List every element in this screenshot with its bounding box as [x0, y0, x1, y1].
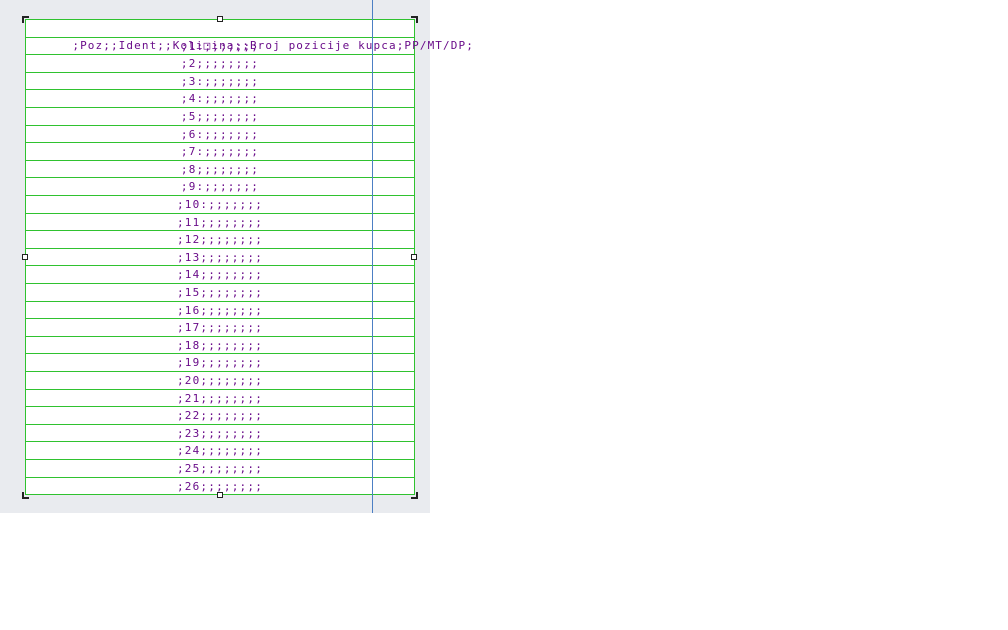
table-row-text: ;13;;;;;;;; [176, 250, 264, 264]
table-row[interactable]: ;17;;;;;;;; [26, 319, 414, 337]
table-row-text: ;1:;;;;;;; [180, 39, 260, 53]
table-row[interactable]: ;3:;;;;;;; [26, 73, 414, 91]
table-row-text: ;24;;;;;;;; [176, 444, 264, 458]
selection-handle-right[interactable] [411, 254, 417, 260]
table-row-text: ;4:;;;;;;; [180, 92, 260, 106]
table-row-text: ;3:;;;;;;; [180, 74, 260, 88]
table-row[interactable]: ;4:;;;;;;; [26, 90, 414, 108]
table-row-text: ;18;;;;;;;; [176, 338, 264, 352]
table-row-text: ;11;;;;;;;; [176, 215, 264, 229]
table-row[interactable]: ;8;;;;;;;; [26, 161, 414, 179]
table-row[interactable]: ;14;;;;;;;; [26, 266, 414, 284]
table-row[interactable]: ;6:;;;;;;; [26, 126, 414, 144]
table-row-text: ;14;;;;;;;; [176, 268, 264, 282]
table-row-text: ;6:;;;;;;; [180, 127, 260, 141]
table-row-text: ;15;;;;;;;; [176, 286, 264, 299]
selection-corner-top-right[interactable] [411, 16, 418, 23]
table-row[interactable]: ;18;;;;;;;; [26, 337, 414, 355]
table-row[interactable]: ;25;;;;;;;; [26, 460, 414, 478]
table-row-text: ;9:;;;;;;; [180, 180, 260, 194]
selection-corner-bottom-right[interactable] [411, 492, 418, 499]
selection-handle-left[interactable] [22, 254, 28, 260]
table-row-text: ;17;;;;;;;; [176, 321, 264, 335]
table-row[interactable]: ;10:;;;;;;; [26, 196, 414, 214]
table-row-text: ;23;;;;;;;; [176, 426, 264, 440]
margin-guide-line[interactable] [372, 0, 373, 513]
table-row[interactable]: ;9:;;;;;;; [26, 178, 414, 196]
table-row[interactable]: ;22;;;;;;;; [26, 407, 414, 425]
table-row[interactable]: ;5;;;;;;;; [26, 108, 414, 126]
table-frame[interactable]: ;Poz;;Ident;;Koli□ina;;Broj pozicije kup… [25, 19, 473, 496]
table-row-text: ;16;;;;;;;; [176, 303, 264, 317]
table-row[interactable]: ;19;;;;;;;; [26, 354, 414, 372]
selection-handle-top[interactable] [217, 16, 223, 22]
table-row[interactable]: ;1:;;;;;;; [26, 38, 414, 56]
table-row-text: ;21;;;;;;;; [176, 391, 264, 405]
table-row-text: ;8;;;;;;;; [180, 162, 260, 176]
table-row[interactable]: ;13;;;;;;;; [26, 249, 414, 267]
selection-corner-bottom-left[interactable] [22, 492, 29, 499]
drawing-canvas[interactable]: ;Poz;;Ident;;Koli□ina;;Broj pozicije kup… [0, 0, 473, 513]
table-row[interactable]: ;2;;;;;;;; [26, 55, 414, 73]
table-row-text: ;20;;;;;;;; [176, 374, 264, 387]
table-row[interactable]: ;21;;;;;;;; [26, 390, 414, 408]
table-row[interactable]: ;15;;;;;;;; [26, 284, 414, 302]
table-row[interactable]: ;20;;;;;;;; [26, 372, 414, 390]
selection-handle-bottom[interactable] [217, 492, 223, 498]
table-row-text: ;5;;;;;;;; [180, 110, 260, 123]
table-row-text: ;12;;;;;;;; [176, 233, 264, 247]
table-row[interactable]: ;23;;;;;;;; [26, 425, 414, 443]
table-row-text: ;7:;;;;;;; [180, 145, 260, 159]
table-row[interactable]: ;16;;;;;;;; [26, 302, 414, 320]
table-row-text: ;2;;;;;;;; [180, 57, 260, 71]
table-row-text: ;19;;;;;;;; [176, 356, 264, 370]
table-row-text: ;10:;;;;;;; [176, 198, 264, 211]
selection-corner-top-left[interactable] [22, 16, 29, 23]
table-row[interactable]: ;11;;;;;;;; [26, 214, 414, 232]
table-row[interactable]: ;24;;;;;;;; [26, 442, 414, 460]
table-header-row[interactable]: ;Poz;;Ident;;Koli□ina;;Broj pozicije kup… [26, 20, 473, 52]
table-row[interactable]: ;7:;;;;;;; [26, 143, 414, 161]
table-row-text: ;25;;;;;;;; [176, 462, 264, 475]
table-row[interactable]: ;12;;;;;;;; [26, 231, 414, 249]
table-row-text: ;22;;;;;;;; [176, 409, 264, 423]
